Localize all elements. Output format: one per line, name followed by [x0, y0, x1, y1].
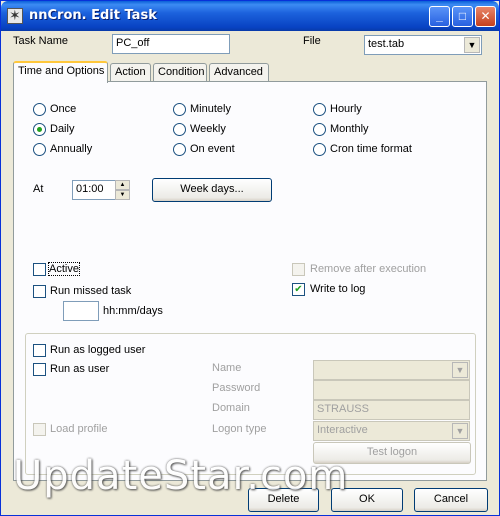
file-select-value: test.tab: [368, 38, 405, 50]
minimize-button[interactable]: _: [429, 6, 450, 27]
remove-after-label: Remove after execution: [310, 263, 427, 275]
cancel-button[interactable]: Cancel: [414, 488, 488, 512]
updatestar-watermark: UpdateStar.com: [13, 453, 349, 499]
radio-minutely[interactable]: [173, 103, 186, 116]
logon-type-select[interactable]: Interactive ▼: [313, 421, 470, 441]
run-as-logged-checkbox[interactable]: [33, 344, 46, 357]
write-to-log-label: Write to log: [310, 283, 366, 295]
radio-daily[interactable]: [33, 123, 46, 136]
write-to-log-checkbox[interactable]: [292, 283, 305, 296]
radio-cron-time-format[interactable]: [313, 143, 326, 156]
chevron-down-icon[interactable]: ▼: [464, 37, 480, 53]
maximize-button[interactable]: □: [452, 6, 473, 27]
password-input[interactable]: [313, 380, 470, 400]
spin-down-icon[interactable]: ▼: [115, 190, 130, 200]
app-icon: [7, 7, 23, 24]
time-spinner[interactable]: ▲ ▼: [115, 180, 130, 200]
remove-after-checkbox[interactable]: [292, 263, 305, 276]
domain-label: Domain: [212, 402, 250, 414]
logon-type-value: Interactive: [317, 424, 368, 436]
chevron-down-icon[interactable]: ▼: [452, 362, 468, 378]
radio-monthly-label: Monthly: [330, 123, 369, 135]
tab-condition[interactable]: Condition: [153, 63, 207, 82]
title-bar[interactable]: nnCron. Edit Task _ □ ✕: [1, 1, 499, 31]
at-label: At: [33, 183, 44, 195]
radio-minutely-label: Minutely: [190, 103, 231, 115]
radio-once-label: Once: [50, 103, 77, 115]
file-select[interactable]: test.tab ▼: [364, 35, 482, 55]
active-checkbox[interactable]: [33, 263, 46, 276]
chevron-down-icon[interactable]: ▼: [452, 423, 468, 439]
radio-cron-time-format-label: Cron time format: [330, 143, 412, 155]
close-button[interactable]: ✕: [475, 6, 496, 27]
radio-annually[interactable]: [33, 143, 46, 156]
tab-time-and-options[interactable]: Time and Options: [13, 61, 108, 83]
radio-daily-label: Daily: [50, 123, 75, 135]
run-missed-label: Run missed task: [50, 285, 132, 297]
logon-type-label: Logon type: [212, 423, 267, 435]
load-profile-checkbox[interactable]: [33, 423, 46, 436]
tab-advanced[interactable]: Advanced: [209, 63, 269, 82]
radio-on-event[interactable]: [173, 143, 186, 156]
tab-action[interactable]: Action: [110, 63, 151, 82]
task-name-input[interactable]: PC_off: [112, 34, 230, 54]
run-missed-checkbox[interactable]: [33, 285, 46, 298]
file-label: File: [303, 35, 321, 47]
domain-input[interactable]: STRAUSS: [313, 400, 470, 420]
week-days-button[interactable]: Week days...: [152, 178, 272, 202]
name-label: Name: [212, 362, 242, 374]
radio-weekly[interactable]: [173, 123, 186, 136]
task-name-label: Task Name: [13, 35, 69, 47]
run-as-user-checkbox[interactable]: [33, 363, 46, 376]
edit-task-window: nnCron. Edit Task _ □ ✕ Task Name PC_off…: [0, 0, 500, 516]
radio-annually-label: Annually: [50, 143, 93, 155]
missed-unit-label: hh:mm/days: [103, 305, 163, 317]
radio-hourly[interactable]: [313, 103, 326, 116]
user-name-select[interactable]: ▼: [313, 360, 470, 380]
radio-hourly-label: Hourly: [330, 103, 362, 115]
run-as-user-label: Run as user: [50, 363, 110, 375]
missed-interval-input[interactable]: [63, 301, 99, 321]
load-profile-label: Load profile: [50, 423, 108, 435]
at-time-input[interactable]: 01:00: [72, 180, 116, 200]
run-as-logged-label: Run as logged user: [50, 344, 146, 356]
window-title: nnCron. Edit Task: [29, 8, 157, 23]
spin-up-icon[interactable]: ▲: [115, 180, 130, 190]
active-label: Active: [48, 262, 80, 276]
radio-once[interactable]: [33, 103, 46, 116]
radio-weekly-label: Weekly: [190, 123, 226, 135]
radio-on-event-label: On event: [190, 143, 235, 155]
radio-monthly[interactable]: [313, 123, 326, 136]
password-label: Password: [212, 382, 261, 394]
